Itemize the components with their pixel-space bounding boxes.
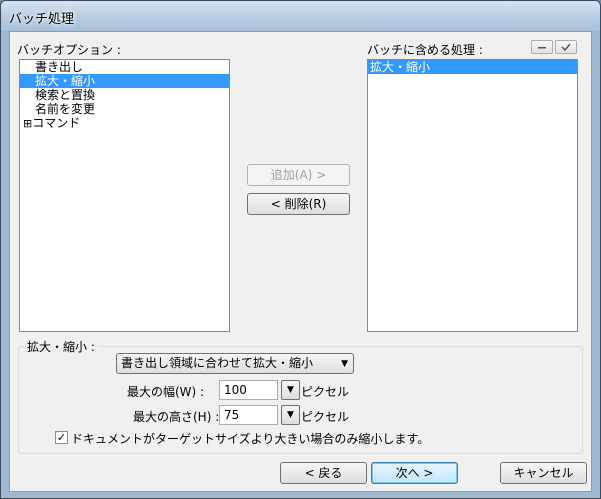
plus-box-icon[interactable]: ⊞ xyxy=(23,117,32,130)
max-height-dropdown[interactable]: ▼ xyxy=(281,405,300,425)
triangle-down-icon: ▼ xyxy=(341,359,348,369)
included-label: バッチに含める処理 : xyxy=(367,43,483,57)
checkmark-icon xyxy=(561,43,571,52)
triangle-down-icon: ▼ xyxy=(287,385,294,395)
remove-button[interactable]: < 削除(R) xyxy=(247,193,350,215)
max-height-input[interactable]: 75 xyxy=(219,405,278,425)
shrink-only-checkbox[interactable]: ✓ xyxy=(55,431,68,444)
scale-mode-dropdown[interactable]: 書き出し領域に合わせて拡大・縮小 ▼ xyxy=(116,353,354,374)
next-button[interactable]: 次へ > xyxy=(371,462,458,484)
scale-mode-value: 書き出し領域に合わせて拡大・縮小 xyxy=(121,356,314,370)
height-unit-label: ピクセル xyxy=(301,410,350,424)
scale-group-caption: 拡大・縮小 : xyxy=(24,338,98,355)
move-up-button[interactable] xyxy=(531,40,553,54)
checkmark-icon: ✓ xyxy=(56,431,67,444)
cancel-button[interactable]: キャンセル xyxy=(500,462,587,484)
list-item-commands[interactable]: ⊞コマンド xyxy=(20,116,229,130)
list-item-export[interactable]: 書き出し xyxy=(20,60,229,74)
add-button[interactable]: 追加(A) > xyxy=(247,164,350,186)
list-item-find-replace[interactable]: 検索と置換 xyxy=(20,88,229,102)
title-bar[interactable]: バッチ処理 xyxy=(1,1,600,31)
batch-options-label: バッチオプション : xyxy=(17,43,121,57)
batch-dialog-window: バッチ処理 バッチオプション : 書き出し 拡大・縮小 検索と置換 名前を変更 … xyxy=(0,0,601,499)
max-width-label: 最大の幅(W) : xyxy=(127,385,205,399)
max-width-dropdown[interactable]: ▼ xyxy=(281,380,300,400)
list-item-rename[interactable]: 名前を変更 xyxy=(20,102,229,116)
back-button[interactable]: < 戻る xyxy=(280,462,367,484)
triangle-down-icon: ▼ xyxy=(287,410,294,420)
minus-icon xyxy=(538,47,546,49)
max-width-input[interactable]: 100 xyxy=(219,380,278,400)
max-height-label: 最大の高さ(H) : xyxy=(133,410,220,424)
width-unit-label: ピクセル xyxy=(301,385,350,399)
window-title: バッチ処理 xyxy=(9,12,75,27)
dialog-client-area: バッチオプション : 書き出し 拡大・縮小 検索と置換 名前を変更 ⊞コマンド … xyxy=(9,31,592,492)
batch-options-list[interactable]: 書き出し 拡大・縮小 検索と置換 名前を変更 ⊞コマンド xyxy=(19,59,230,332)
list-item-scale-included[interactable]: 拡大・縮小 xyxy=(368,60,577,74)
included-list[interactable]: 拡大・縮小 xyxy=(367,59,578,332)
list-item-scale[interactable]: 拡大・縮小 xyxy=(20,74,229,88)
shrink-only-label[interactable]: ドキュメントがターゲットサイズより大きい場合のみ縮小します。 xyxy=(71,430,429,447)
move-down-button[interactable] xyxy=(555,40,577,54)
